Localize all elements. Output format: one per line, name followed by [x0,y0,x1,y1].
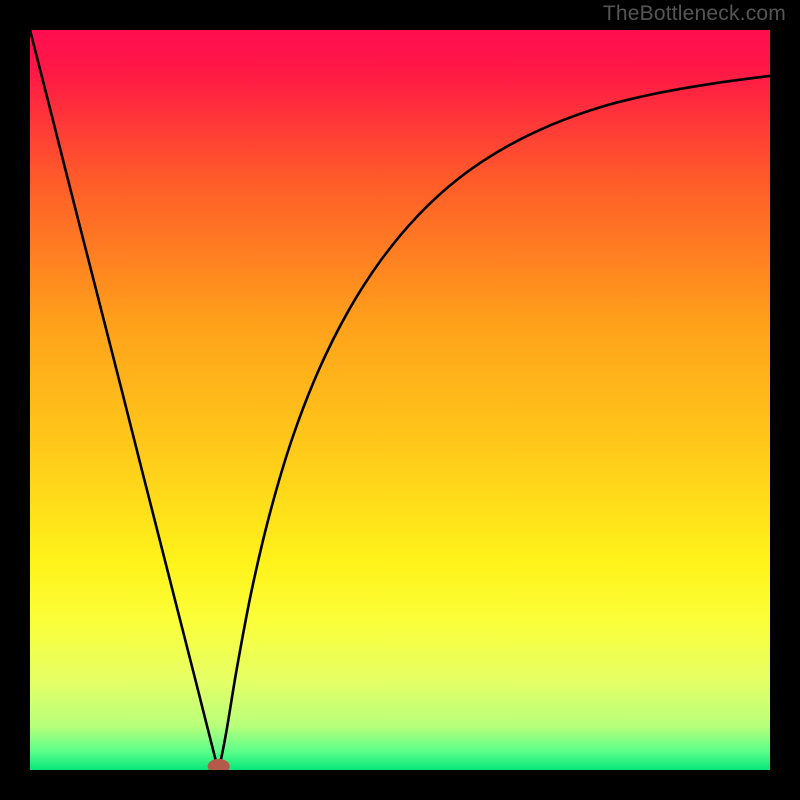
chart-frame: TheBottleneck.com [0,0,800,800]
watermark-text: TheBottleneck.com [603,2,786,26]
bottleneck-chart [30,30,770,770]
gradient-background [30,30,770,770]
plot-area [30,30,770,770]
